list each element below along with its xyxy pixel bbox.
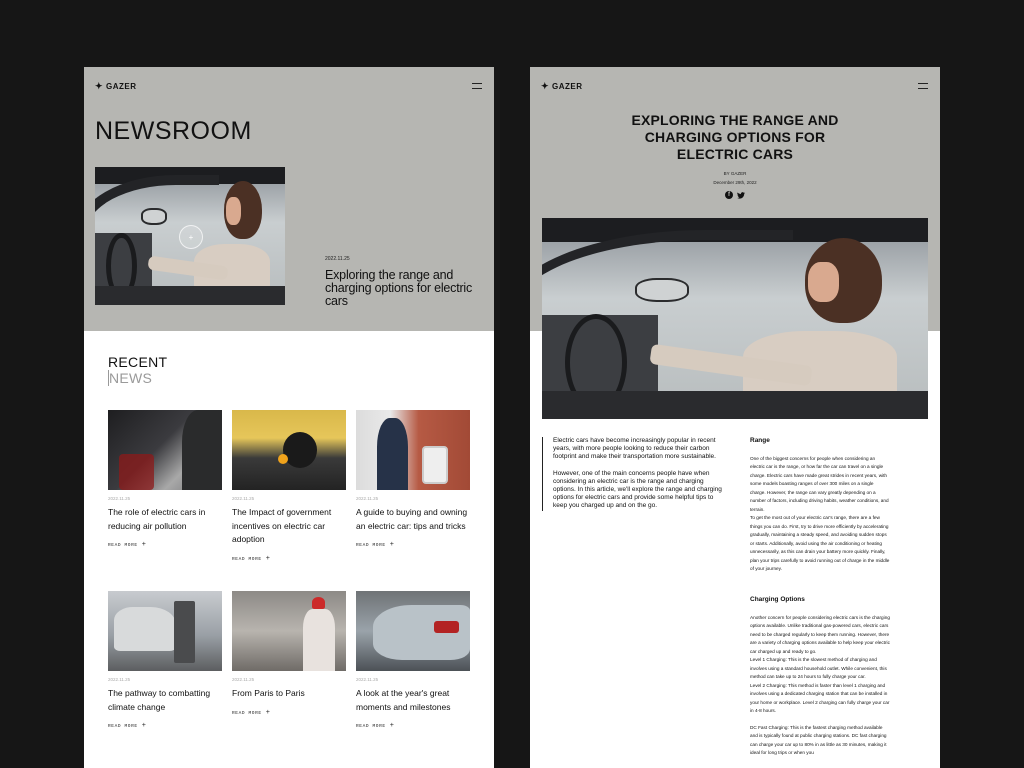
news-date: 2022.11.25 bbox=[108, 677, 131, 682]
charging-section: Charging Options Another concern for peo… bbox=[750, 596, 890, 758]
hero-play-button[interactable]: + bbox=[179, 225, 203, 249]
charging-paragraph: Level 1 Charging: This is the slowest me… bbox=[750, 657, 887, 679]
plus-icon: + bbox=[141, 541, 147, 549]
charging-paragraph: DC Fast Charging: This is the fastest ch… bbox=[750, 724, 887, 756]
logo[interactable]: ✦ GAZER bbox=[541, 80, 583, 91]
charging-paragraph: Another concern for people considering e… bbox=[750, 614, 890, 654]
newsroom-page: ✦ GAZER NEWSROOM + 2022.11.25 Exploring … bbox=[84, 67, 494, 768]
logo[interactable]: ✦ GAZER bbox=[95, 80, 137, 91]
news-date: 2022.11.25 bbox=[232, 677, 255, 682]
charging-paragraph: Level 2 Charging: This method is faster … bbox=[750, 682, 890, 714]
news-thumbnail[interactable] bbox=[356, 591, 470, 671]
article-lead: Electric cars have become increasingly p… bbox=[542, 437, 727, 511]
article-topbar: ✦ GAZER bbox=[541, 79, 928, 93]
article-title-text: EXPLORING THE RANGE AND CHARGING OPTIONS… bbox=[631, 112, 839, 162]
news-date: 2022.11.25 bbox=[356, 496, 379, 501]
newsroom-topbar: ✦ GAZER bbox=[95, 79, 482, 93]
news-thumbnail[interactable] bbox=[108, 410, 222, 490]
news-thumbnail[interactable] bbox=[232, 591, 346, 671]
twitter-icon[interactable] bbox=[737, 191, 745, 199]
news-thumbnail[interactable] bbox=[108, 591, 222, 671]
article-title: EXPLORING THE RANGE AND CHARGING OPTIONS… bbox=[530, 112, 940, 163]
menu-icon[interactable] bbox=[472, 83, 482, 89]
car-driver-photo bbox=[542, 218, 928, 419]
read-more-label: READ MORE bbox=[356, 543, 386, 548]
lead-paragraph: Electric cars have become increasingly p… bbox=[553, 437, 716, 461]
read-more-label: READ MORE bbox=[232, 710, 262, 716]
range-heading: Range bbox=[750, 437, 770, 444]
lead-paragraph: However, one of the main concerns people… bbox=[553, 469, 722, 510]
menu-icon[interactable] bbox=[918, 83, 928, 89]
news-date: 2022.11.25 bbox=[232, 496, 255, 501]
article-date: December 29th, 2022 bbox=[713, 180, 757, 185]
read-more-label: READ MORE bbox=[356, 724, 386, 729]
news-title[interactable]: From Paris to Paris bbox=[232, 687, 346, 701]
facebook-icon[interactable]: f bbox=[725, 191, 733, 199]
hero-image[interactable]: + bbox=[95, 167, 285, 305]
read-more-link[interactable]: READ MORE + bbox=[232, 554, 346, 563]
read-more-link[interactable]: READ MORE + bbox=[356, 542, 470, 549]
logo-star-icon: ✦ bbox=[541, 80, 550, 91]
news-date: 2022.11.25 bbox=[356, 677, 379, 682]
news-title[interactable]: A guide to buying and owning an electric… bbox=[356, 506, 470, 533]
recent-news-heading: RECENT NEWS bbox=[108, 354, 167, 386]
article-page: ✦ GAZER EXPLORING THE RANGE AND CHARGING… bbox=[530, 67, 940, 768]
range-paragraph: One of the biggest concerns for people w… bbox=[750, 455, 889, 512]
recent-label: RECENT bbox=[108, 354, 168, 370]
logo-text: GAZER bbox=[552, 81, 583, 91]
article-hero-image bbox=[542, 218, 928, 419]
news-card[interactable]: 2022.11.25 The pathway to combatting cli… bbox=[108, 591, 222, 730]
plus-icon: + bbox=[141, 722, 147, 730]
read-more-link[interactable]: READ MORE + bbox=[232, 708, 346, 717]
news-card[interactable]: 2022.11.25 The Impact of government ince… bbox=[232, 410, 346, 563]
news-title[interactable]: The role of electric cars in reducing ai… bbox=[108, 506, 222, 533]
news-thumbnail[interactable] bbox=[356, 410, 470, 490]
plus-icon: + bbox=[389, 722, 395, 730]
share-links: f bbox=[530, 191, 940, 199]
read-more-label: READ MORE bbox=[232, 556, 262, 562]
plus-icon: + bbox=[265, 554, 271, 563]
read-more-label: READ MORE bbox=[108, 724, 138, 729]
article-byline: BY GAZER bbox=[723, 171, 747, 176]
charging-heading: Charging Options bbox=[750, 596, 805, 603]
read-more-link[interactable]: READ MORE + bbox=[108, 542, 222, 549]
news-card[interactable]: 2022.11.25 The role of electric cars in … bbox=[108, 410, 222, 549]
news-thumbnail[interactable] bbox=[232, 410, 346, 490]
read-more-label: READ MORE bbox=[108, 543, 138, 548]
news-card[interactable]: 2022.11.25 A guide to buying and owning … bbox=[356, 410, 470, 549]
stage: ✦ GAZER NEWSROOM + 2022.11.25 Exploring … bbox=[0, 0, 1024, 768]
plus-icon: + bbox=[389, 541, 395, 549]
news-date: 2022.11.25 bbox=[108, 496, 131, 501]
news-title[interactable]: The Impact of government incentives on e… bbox=[232, 506, 346, 547]
range-paragraph: To get the most out of your electric car… bbox=[750, 515, 890, 571]
hero-headline[interactable]: Exploring the range and charging options… bbox=[325, 269, 475, 308]
news-label: NEWS bbox=[108, 370, 167, 386]
news-card[interactable]: 2022.11.25 A look at the year's great mo… bbox=[356, 591, 470, 730]
read-more-link[interactable]: READ MORE + bbox=[108, 723, 222, 730]
range-section: Range One of the biggest concerns for pe… bbox=[750, 437, 890, 574]
read-more-link[interactable]: READ MORE + bbox=[356, 723, 470, 730]
news-title[interactable]: The pathway to combatting climate change bbox=[108, 687, 222, 714]
page-title: NEWSROOM bbox=[95, 117, 252, 145]
hero-date: 2022.11.25 bbox=[325, 256, 350, 262]
plus-icon: + bbox=[265, 708, 271, 717]
logo-star-icon: ✦ bbox=[95, 80, 104, 91]
news-card[interactable]: 2022.11.25 From Paris to Paris READ MORE… bbox=[232, 591, 346, 717]
logo-text: GAZER bbox=[106, 81, 137, 91]
news-title[interactable]: A look at the year's great moments and m… bbox=[356, 687, 470, 714]
